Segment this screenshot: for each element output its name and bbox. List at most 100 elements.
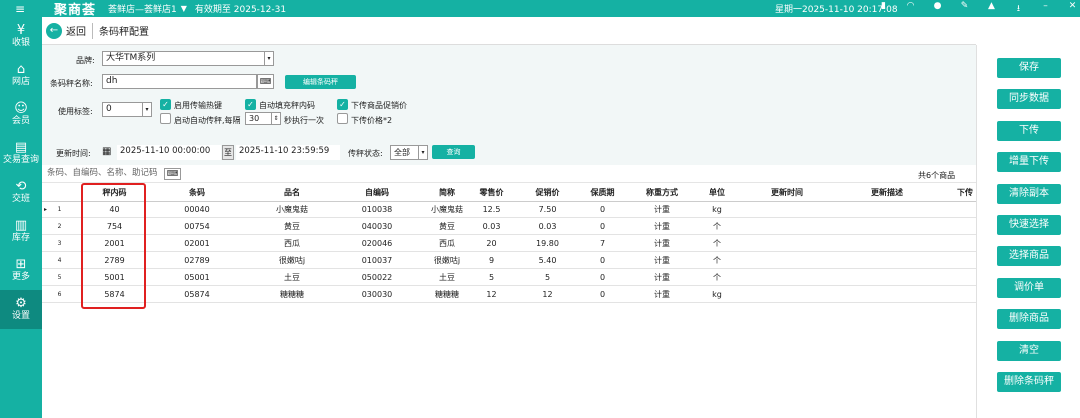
stepper-icon[interactable]: ⇕ <box>271 113 280 124</box>
sync-data-button[interactable]: 同步数据 <box>997 89 1061 109</box>
keyboard-icon[interactable]: ⌨ <box>257 74 274 89</box>
cell-unit: 个 <box>713 256 721 265</box>
query-button[interactable]: 查询 <box>432 145 475 159</box>
minimize-icon[interactable]: – <box>1032 1 1059 17</box>
table-row[interactable]: ▸ 1 40 00040 小魔鬼菇 010038 小魔鬼菇 12.5 7.50 0 计重 kg <box>42 202 976 218</box>
store-selector[interactable]: 荟鲜店—荟鲜店1 <box>108 2 177 15</box>
sidebar-item-label: 交易查询 <box>2 155 39 165</box>
expiry-text: 有效期至 2025-12-31 <box>194 5 287 15</box>
shirt-icon[interactable]: ▲ <box>978 1 1005 17</box>
col-transfer[interactable]: 下传 <box>957 183 976 202</box>
transfer-button[interactable]: 下传 <box>997 121 1061 141</box>
chevron-down-icon[interactable]: ▼ <box>181 4 187 13</box>
keyboard-icon[interactable]: ⌨ <box>164 168 181 180</box>
sidebar-item-cashier[interactable]: ¥ 收银 <box>0 17 42 56</box>
chat-icon[interactable]: ● <box>924 1 951 17</box>
brand-select[interactable]: 大华TM系列 ▾ <box>102 51 274 66</box>
cell-shelf: 0 <box>599 273 606 282</box>
row-number: 4 <box>57 257 62 264</box>
chevron-down-icon[interactable]: ▾ <box>264 52 273 65</box>
status-select[interactable]: 全部 ▾ <box>390 145 428 160</box>
delete-goods-button[interactable]: 删除商品 <box>997 309 1061 329</box>
chevron-down-icon[interactable]: ▾ <box>142 103 151 116</box>
col-weigh[interactable]: 称重方式 <box>632 183 692 202</box>
interval-input[interactable]: 30 ⇕ <box>245 112 281 125</box>
cell-unit: 个 <box>713 239 721 248</box>
col-shelf[interactable]: 保质期 <box>575 183 630 202</box>
autofill-checkbox[interactable]: ✓ <box>245 99 256 110</box>
close-icon[interactable]: ✕ <box>1059 1 1080 17</box>
sidebar-item-member[interactable]: ☺ 会员 <box>0 95 42 134</box>
chevron-down-icon[interactable]: ▾ <box>418 146 427 159</box>
select-goods-button[interactable]: 选择商品 <box>997 246 1061 266</box>
cell-weigh: 计重 <box>654 239 670 248</box>
sidebar-item-label: 库存 <box>11 233 30 243</box>
quick-select-button[interactable]: 快速选择 <box>997 215 1061 235</box>
sidebar-item-settings[interactable]: ⚙ 设置 <box>0 290 42 329</box>
row-number: 6 <box>57 291 62 298</box>
col-retail[interactable]: 零售价 <box>464 183 519 202</box>
cell-selfcode: 010038 <box>361 205 393 214</box>
clear-all-button[interactable]: 清空 <box>997 341 1061 361</box>
sidebar-item-handover[interactable]: ⟲ 交班 <box>0 173 42 212</box>
price-adjust-button[interactable]: 调价单 <box>997 278 1061 298</box>
promo-price-checkbox[interactable]: ✓ <box>337 99 348 110</box>
edit-scale-button[interactable]: 编辑条码秤 <box>285 75 356 89</box>
table-row[interactable]: 3 2001 02001 西瓜 020046 西瓜 20 19.80 7 计重个 <box>42 236 976 252</box>
sidebar-item-label: 网店 <box>11 77 30 87</box>
status-label: 传秤状态: <box>348 149 383 158</box>
save-button[interactable]: 保存 <box>997 58 1061 78</box>
delete-scale-button[interactable]: 删除条码秤 <box>997 372 1061 392</box>
tag-select[interactable]: 0 ▾ <box>102 102 152 117</box>
end-time-input[interactable]: 2025-11-10 23:59:59 <box>236 145 340 160</box>
product-table: 秤内码 条码 品名 自编码 简称 零售价 促销价 保质期 称重方式 单位 更新时… <box>42 183 976 418</box>
calendar-icon[interactable]: ▦ <box>102 146 111 157</box>
price-double-checkbox[interactable] <box>337 113 348 124</box>
config-form: 品牌: 大华TM系列 ▾ 条码秤名称: dh ⌨ 编辑条码秤 使用标签: 0 ▾… <box>42 45 976 138</box>
hotkey-checkbox[interactable]: ✓ <box>160 99 171 110</box>
col-unit[interactable]: 单位 <box>692 183 742 202</box>
to-label: 至 <box>222 145 234 160</box>
item-count: 共6个商品 <box>918 171 956 180</box>
sidebar-item-more[interactable]: ⊞ 更多 <box>0 251 42 290</box>
sidebar-item-transactions[interactable]: ▤ 交易查询 <box>0 134 42 173</box>
scale-name-input[interactable]: dh <box>102 74 257 89</box>
col-update-desc[interactable]: 更新描述 <box>857 183 917 202</box>
back-button[interactable]: 返回 <box>66 23 86 38</box>
col-promo[interactable]: 促销价 <box>520 183 575 202</box>
cell-unit: 个 <box>713 222 721 231</box>
sidebar-item-shop[interactable]: ⌂ 网店 <box>0 56 42 95</box>
table-row[interactable]: 4 2789 02789 很嫩咕j 010037 很嫩咕j 9 5.40 0 计重个 <box>42 253 976 269</box>
incremental-transfer-button[interactable]: 增量下传 <box>997 152 1061 172</box>
table-row[interactable]: 2 754 00754 黄豆 040030 黄豆 0.03 0.03 0 计重个 <box>42 219 976 235</box>
interval-unit-label: 秒执行一次 <box>284 116 324 125</box>
start-time-input[interactable]: 2025-11-10 00:00:00 <box>117 145 221 160</box>
page-title: 条码秤配置 <box>99 27 149 38</box>
cell-promo: 12 <box>542 290 553 299</box>
back-arrow-icon[interactable]: ← <box>46 22 62 39</box>
col-update-time[interactable]: 更新时间 <box>757 183 817 202</box>
sidebar-item-label: 设置 <box>11 311 30 321</box>
search-input[interactable]: 条码、自编码、名称、助记码 <box>44 167 162 182</box>
brand-logo: 聚商荟 <box>54 3 97 18</box>
cell-name: 糖糖糖 <box>280 290 304 299</box>
clear-copy-button[interactable]: 清除副本 <box>997 184 1061 204</box>
battery-icon: ▮ <box>881 0 886 11</box>
download-icon[interactable]: ⭳ <box>1005 1 1032 17</box>
sidebar-item-label: 交班 <box>11 194 30 204</box>
table-row[interactable]: 5 5001 05001 土豆 050022 土豆 5 5 0 计重个 <box>42 270 976 286</box>
col-barcode[interactable]: 条码 <box>162 183 232 202</box>
price-double-label: 下传价格*2 <box>351 116 393 125</box>
promo-price-label: 下传商品促销价 <box>351 101 407 110</box>
scale-name-label: 条码秤名称: <box>50 79 93 88</box>
tools-icon[interactable]: ✎ <box>951 1 978 17</box>
table-row[interactable]: 6 5874 05874 糖糖糖 030030 糖糖糖 12 12 0 计重 kg <box>42 287 976 303</box>
sidebar-item-inventory[interactable]: ▥ 库存 <box>0 212 42 251</box>
filter-bar: 更新时间: ▦ 2025-11-10 00:00:00 至 2025-11-10… <box>42 138 976 165</box>
col-name[interactable]: 品名 <box>242 183 342 202</box>
auto-transfer-checkbox[interactable] <box>160 113 171 124</box>
autofill-label: 自动填充秤内码 <box>259 101 315 110</box>
col-selfcode[interactable]: 自编码 <box>342 183 412 202</box>
cell-name: 西瓜 <box>284 239 300 248</box>
menu-icon[interactable]: ≡ <box>0 2 40 16</box>
